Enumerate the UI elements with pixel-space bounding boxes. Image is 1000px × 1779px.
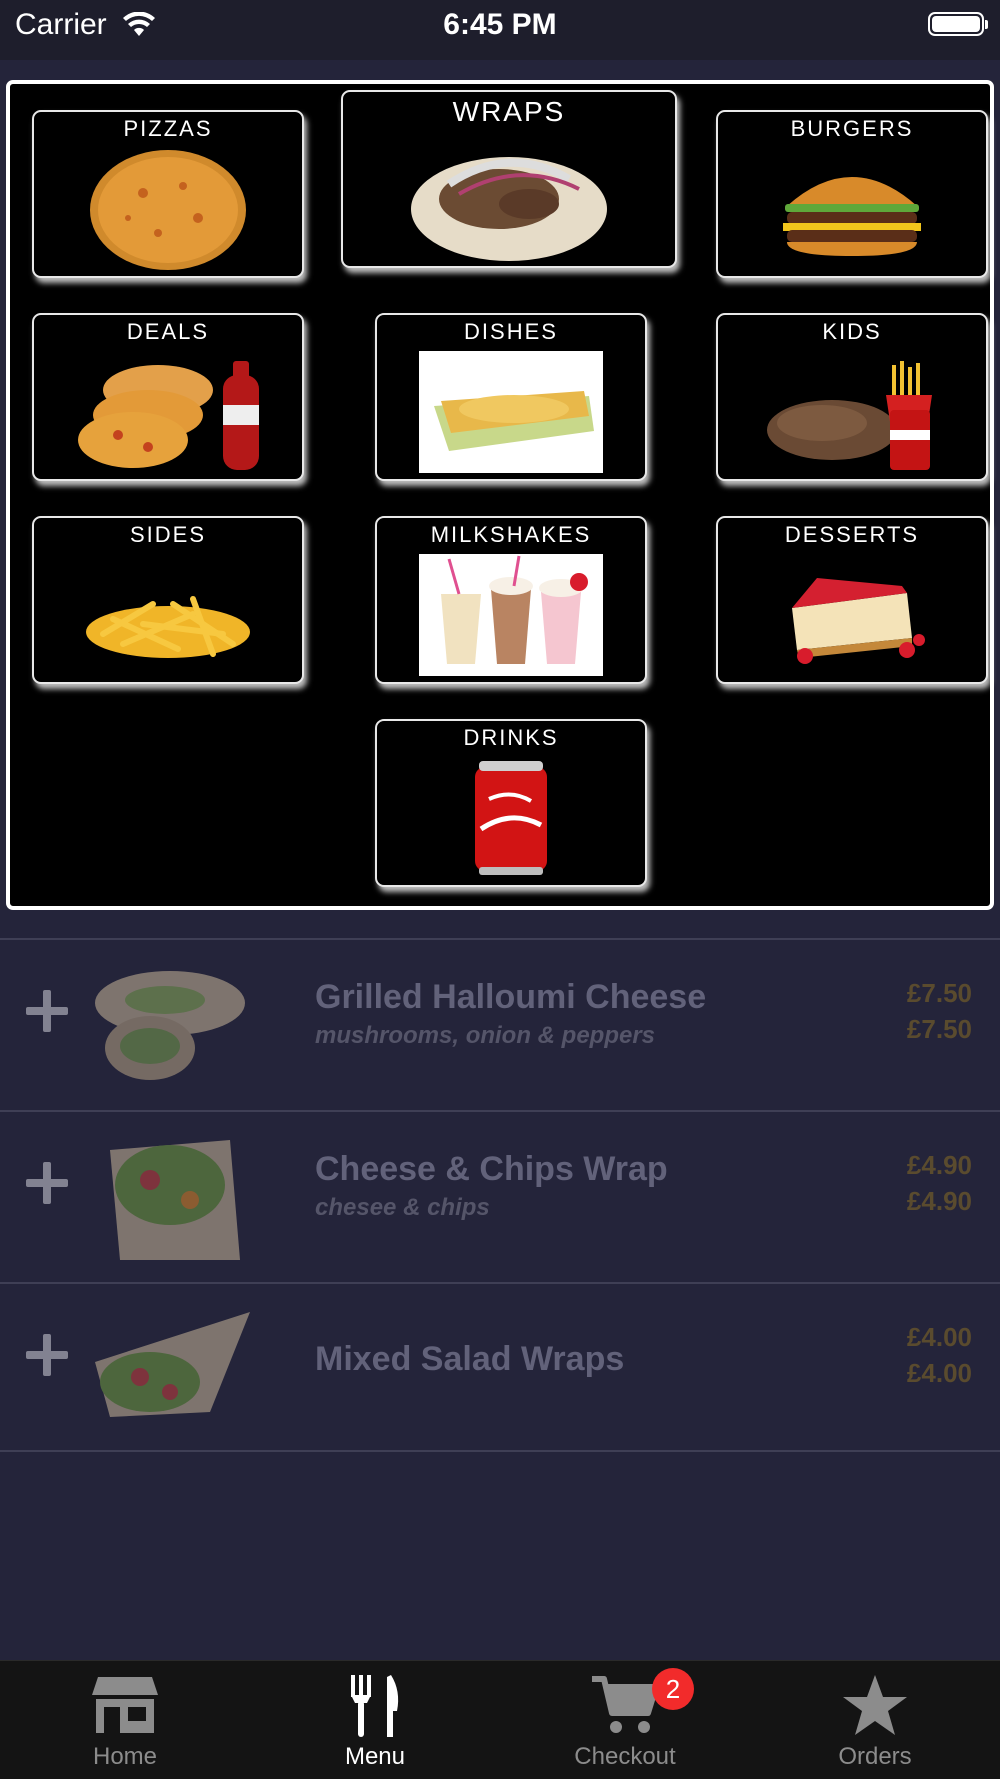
category-desserts[interactable]: DESSERTS: [716, 516, 988, 684]
category-label: PIZZAS: [123, 116, 213, 141]
fries-icon: [86, 596, 250, 658]
wrap-icon: [411, 157, 607, 261]
add-item-icon[interactable]: [26, 1334, 68, 1376]
category-label: DRINKS: [463, 725, 559, 750]
category-label: DEALS: [126, 319, 210, 344]
wrap-thumbnail: [95, 1312, 250, 1417]
baked-dish-icon: [419, 351, 603, 473]
category-burgers[interactable]: BURGERS: [716, 110, 988, 278]
tab-label: Home: [92, 1743, 158, 1770]
pizza-icon: [90, 150, 246, 270]
status-bar: Carrier 6:45 PM: [0, 0, 1000, 60]
milkshakes-icon: [419, 554, 603, 676]
pizza-cola-deal-icon: [78, 361, 259, 470]
item-price: £4.90: [906, 1150, 972, 1180]
menu-item[interactable]: Cheese & Chips Wrap chesee & chips £4.90…: [0, 1110, 1000, 1280]
battery-icon: [928, 12, 988, 36]
category-drinks[interactable]: DRINKS: [375, 719, 647, 887]
item-description: chesee & chips: [315, 1194, 490, 1221]
fork-knife-icon: [351, 1675, 399, 1737]
kids-meal-icon: [767, 361, 932, 470]
category-label: BURGERS: [790, 116, 914, 141]
item-description: mushrooms, onion & peppers: [315, 1022, 656, 1049]
category-deals[interactable]: DEALS: [32, 313, 304, 481]
status-time: 6:45 PM: [443, 8, 557, 41]
cart-icon: [592, 1676, 659, 1733]
tab-checkout[interactable]: Checkout: [500, 1661, 750, 1779]
category-label: MILKSHAKES: [430, 522, 592, 547]
item-name: Cheese & Chips Wrap: [315, 1150, 668, 1188]
tab-orders[interactable]: Orders: [750, 1661, 1000, 1779]
category-label: KIDS: [822, 319, 882, 344]
tab-home[interactable]: Home: [0, 1661, 250, 1779]
tab-label: Menu: [344, 1743, 406, 1770]
tab-label: Checkout: [574, 1743, 676, 1770]
category-label: DESSERTS: [784, 522, 920, 547]
cola-can-icon: [475, 761, 547, 875]
star-icon: [843, 1675, 907, 1735]
wrap-thumbnail: [95, 971, 245, 1080]
tab-bar: Home Menu Checkout Orders: [0, 1660, 1000, 1779]
item-price-secondary: £7.50: [906, 1014, 972, 1044]
item-name: Mixed Salad Wraps: [315, 1340, 625, 1378]
category-pizzas[interactable]: PIZZAS: [32, 110, 304, 278]
category-sides[interactable]: SIDES: [32, 516, 304, 684]
store-icon: [92, 1677, 158, 1733]
category-label: DISHES: [464, 319, 558, 344]
tab-label: Orders: [838, 1743, 912, 1770]
category-dishes[interactable]: DISHES: [375, 313, 647, 481]
item-price: £4.00: [906, 1322, 972, 1352]
add-item-icon[interactable]: [26, 990, 68, 1032]
cheesecake-icon: [792, 578, 925, 664]
item-price: £7.50: [906, 978, 972, 1008]
category-kids[interactable]: KIDS: [716, 313, 988, 481]
category-panel: PIZZAS WRAPS BURGERS DEALS DISHES KIDS S…: [6, 80, 994, 910]
item-price-secondary: £4.00: [906, 1358, 972, 1388]
wrap-thumbnail: [110, 1140, 240, 1260]
tab-menu[interactable]: Menu: [250, 1661, 500, 1779]
add-item-icon[interactable]: [26, 1162, 68, 1204]
item-price-secondary: £4.90: [906, 1186, 972, 1216]
category-label: WRAPS: [452, 96, 566, 127]
menu-item[interactable]: Grilled Halloumi Cheese mushrooms, onion…: [0, 938, 1000, 1108]
burger-icon: [783, 177, 921, 256]
checkout-badge: 2: [652, 1668, 694, 1710]
category-wraps[interactable]: WRAPS: [341, 90, 677, 268]
category-milkshakes[interactable]: MILKSHAKES: [375, 516, 647, 684]
item-name: Grilled Halloumi Cheese: [315, 978, 707, 1016]
category-label: SIDES: [129, 522, 207, 547]
menu-item[interactable]: Mixed Salad Wraps £4.00 £4.00: [0, 1282, 1000, 1452]
